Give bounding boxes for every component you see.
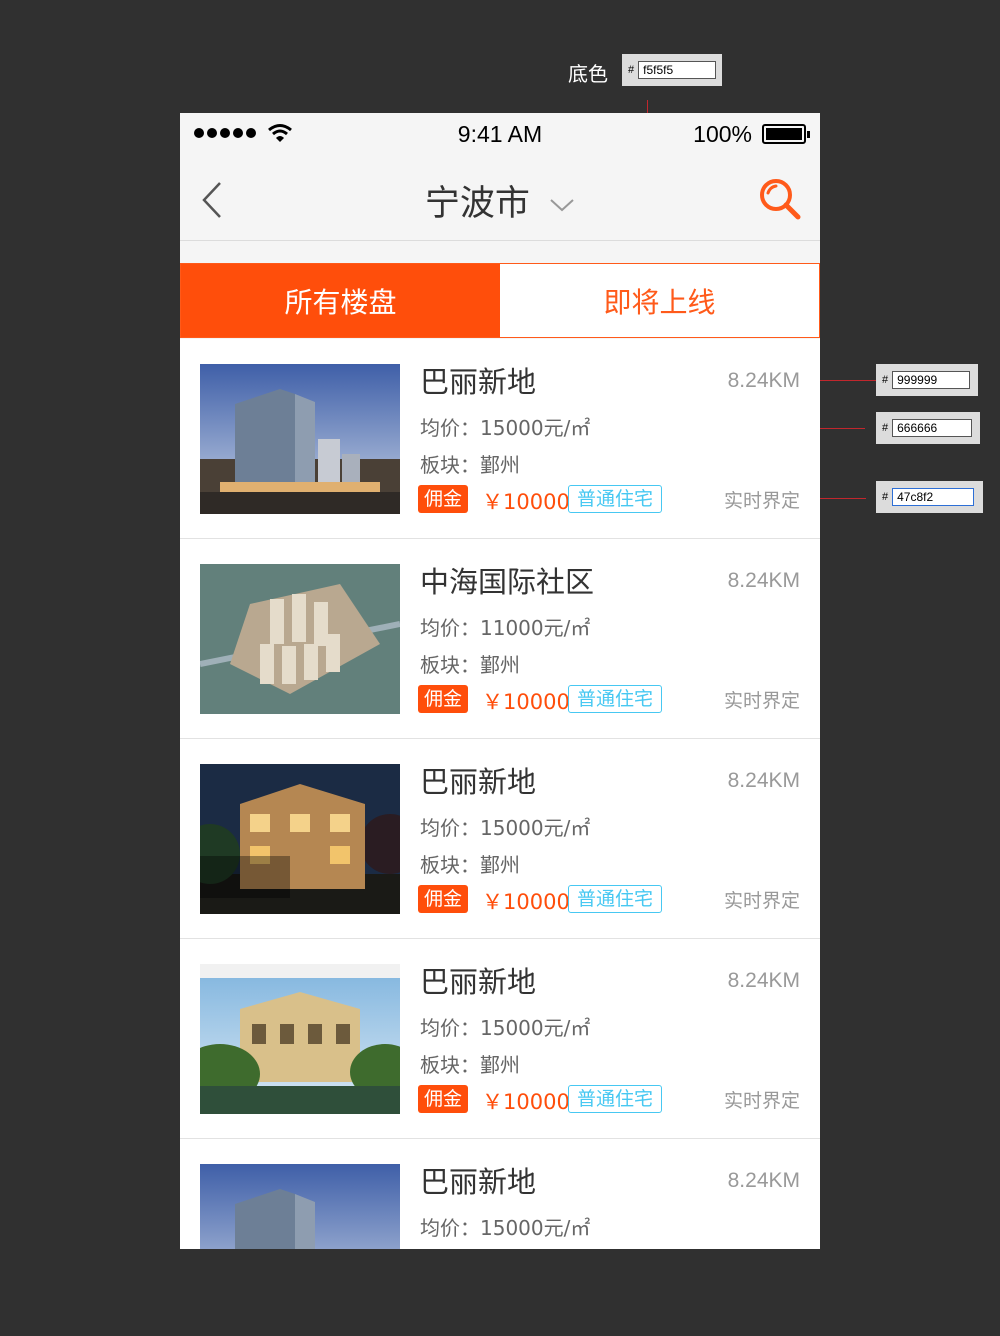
listing-distance: 8.24KM — [727, 369, 800, 392]
listing-distance: 8.24KM — [727, 969, 800, 992]
listing-distance: 8.24KM — [727, 769, 800, 792]
listing-item[interactable]: 巴丽新地 8.24KM 均价：15000元/㎡ 板块：鄞州 佣金 ￥10000 … — [180, 339, 820, 539]
listing-distance: 8.24KM — [727, 569, 800, 592]
city-title: 宁波市 — [424, 184, 530, 224]
bg-color-value: f5f5f5 — [638, 61, 716, 79]
bg-color-chip: # f5f5f5 — [622, 54, 722, 86]
hash-symbol: # — [882, 374, 889, 386]
listing-avg-price: 均价：15000元/㎡ — [420, 816, 591, 840]
listing-meta-row: 佣金 ￥10000 普通住宅 实时界定 — [418, 1083, 800, 1115]
listing-photo — [200, 364, 400, 514]
listing-list: 巴丽新地 8.24KM 均价：15000元/㎡ 板块：鄞州 佣金 ￥10000 … — [180, 339, 820, 1249]
listing-avg-price: 均价：15000元/㎡ — [420, 1016, 591, 1040]
tab-coming-soon[interactable]: 即将上线 — [500, 264, 819, 337]
listing-status: 实时界定 — [723, 1090, 800, 1112]
listing-status: 实时界定 — [723, 690, 800, 712]
status-bar: 9:41 AM 100% — [180, 113, 820, 155]
property-type-badge: 普通住宅 — [568, 1085, 663, 1113]
listing-avg-price: 均价：15000元/㎡ — [420, 1216, 591, 1240]
listing-photo — [200, 964, 400, 1114]
listing-photo — [200, 564, 400, 714]
battery-percent: 100% — [693, 121, 752, 147]
listing-district: 板块：鄞州 — [420, 1053, 520, 1077]
hash-symbol: # — [882, 422, 889, 434]
commission-badge: 佣金 — [418, 485, 469, 513]
price-color-value: 666666 — [892, 419, 973, 437]
nav-bar: 宁波市 — [180, 155, 820, 241]
distance-color-value: 999999 — [892, 371, 971, 389]
commission-amount: ￥10000 — [482, 890, 570, 914]
listing-meta-row: 佣金 ￥10000 普通住宅 实时界定 — [418, 483, 800, 515]
listing-status: 实时界定 — [723, 490, 800, 512]
phone-screen: 9:41 AM 100% 宁波市 所有楼盘 即将上线 巴丽新地 8.24KM 均… — [180, 113, 820, 1249]
property-type-badge: 普通住宅 — [568, 485, 663, 513]
listing-item[interactable]: 巴丽新地 8.24KM 均价：15000元/㎡ 板块：鄞州 佣金 ￥10000 … — [180, 739, 820, 939]
hash-symbol: # — [628, 64, 635, 76]
commission-amount: ￥10000 — [482, 690, 570, 714]
commission-amount: ￥10000 — [482, 1090, 570, 1114]
listing-name: 巴丽新地 — [420, 765, 537, 799]
commission-badge: 佣金 — [418, 1085, 469, 1113]
listing-item[interactable]: 巴丽新地 8.24KM 均价：15000元/㎡ 板块：鄞州 佣金 ￥10000 … — [180, 939, 820, 1139]
bg-color-label: 底色 — [568, 62, 608, 86]
hash-symbol: # — [882, 491, 889, 503]
listing-name: 中海国际社区 — [420, 565, 595, 599]
tag-color-value: 47c8f2 — [892, 488, 975, 506]
listing-item[interactable]: 巴丽新地 8.24KM 均价：15000元/㎡ 板块：鄞州 佣金 ￥10000 … — [180, 1139, 820, 1249]
listing-status: 实时界定 — [723, 890, 800, 912]
price-color-chip: # 666666 — [876, 412, 980, 444]
chevron-down-icon — [550, 199, 574, 212]
listing-photo — [200, 1164, 400, 1249]
listing-name: 巴丽新地 — [420, 965, 537, 999]
listing-meta-row: 佣金 ￥10000 普通住宅 实时界定 — [418, 883, 800, 915]
city-selector[interactable]: 宁波市 — [180, 175, 820, 226]
property-type-badge: 普通住宅 — [568, 885, 663, 913]
listing-name: 巴丽新地 — [420, 1165, 537, 1199]
listing-item[interactable]: 中海国际社区 8.24KM 均价：11000元/㎡ 板块：鄞州 佣金 ￥1000… — [180, 539, 820, 739]
listing-avg-price: 均价：15000元/㎡ — [420, 416, 591, 440]
listing-district: 板块：鄞州 — [420, 653, 520, 677]
tag-color-chip: # 47c8f2 — [876, 481, 983, 513]
battery-icon — [762, 124, 810, 144]
listing-distance: 8.24KM — [727, 1169, 800, 1192]
commission-badge: 佣金 — [418, 885, 469, 913]
commission-amount: ￥10000 — [482, 490, 570, 514]
distance-color-chip: # 999999 — [876, 364, 978, 396]
listing-avg-price: 均价：11000元/㎡ — [420, 616, 591, 640]
listing-meta-row: 佣金 ￥10000 普通住宅 实时界定 — [418, 683, 800, 715]
listing-tabs: 所有楼盘 即将上线 — [180, 263, 820, 338]
search-icon[interactable] — [758, 177, 802, 221]
listing-district: 板块：鄞州 — [420, 453, 520, 477]
commission-badge: 佣金 — [418, 685, 469, 713]
listing-district: 板块：鄞州 — [420, 853, 520, 877]
property-type-badge: 普通住宅 — [568, 685, 663, 713]
tab-all-listings[interactable]: 所有楼盘 — [181, 264, 500, 337]
listing-name: 巴丽新地 — [420, 365, 537, 399]
listing-photo — [200, 764, 400, 914]
